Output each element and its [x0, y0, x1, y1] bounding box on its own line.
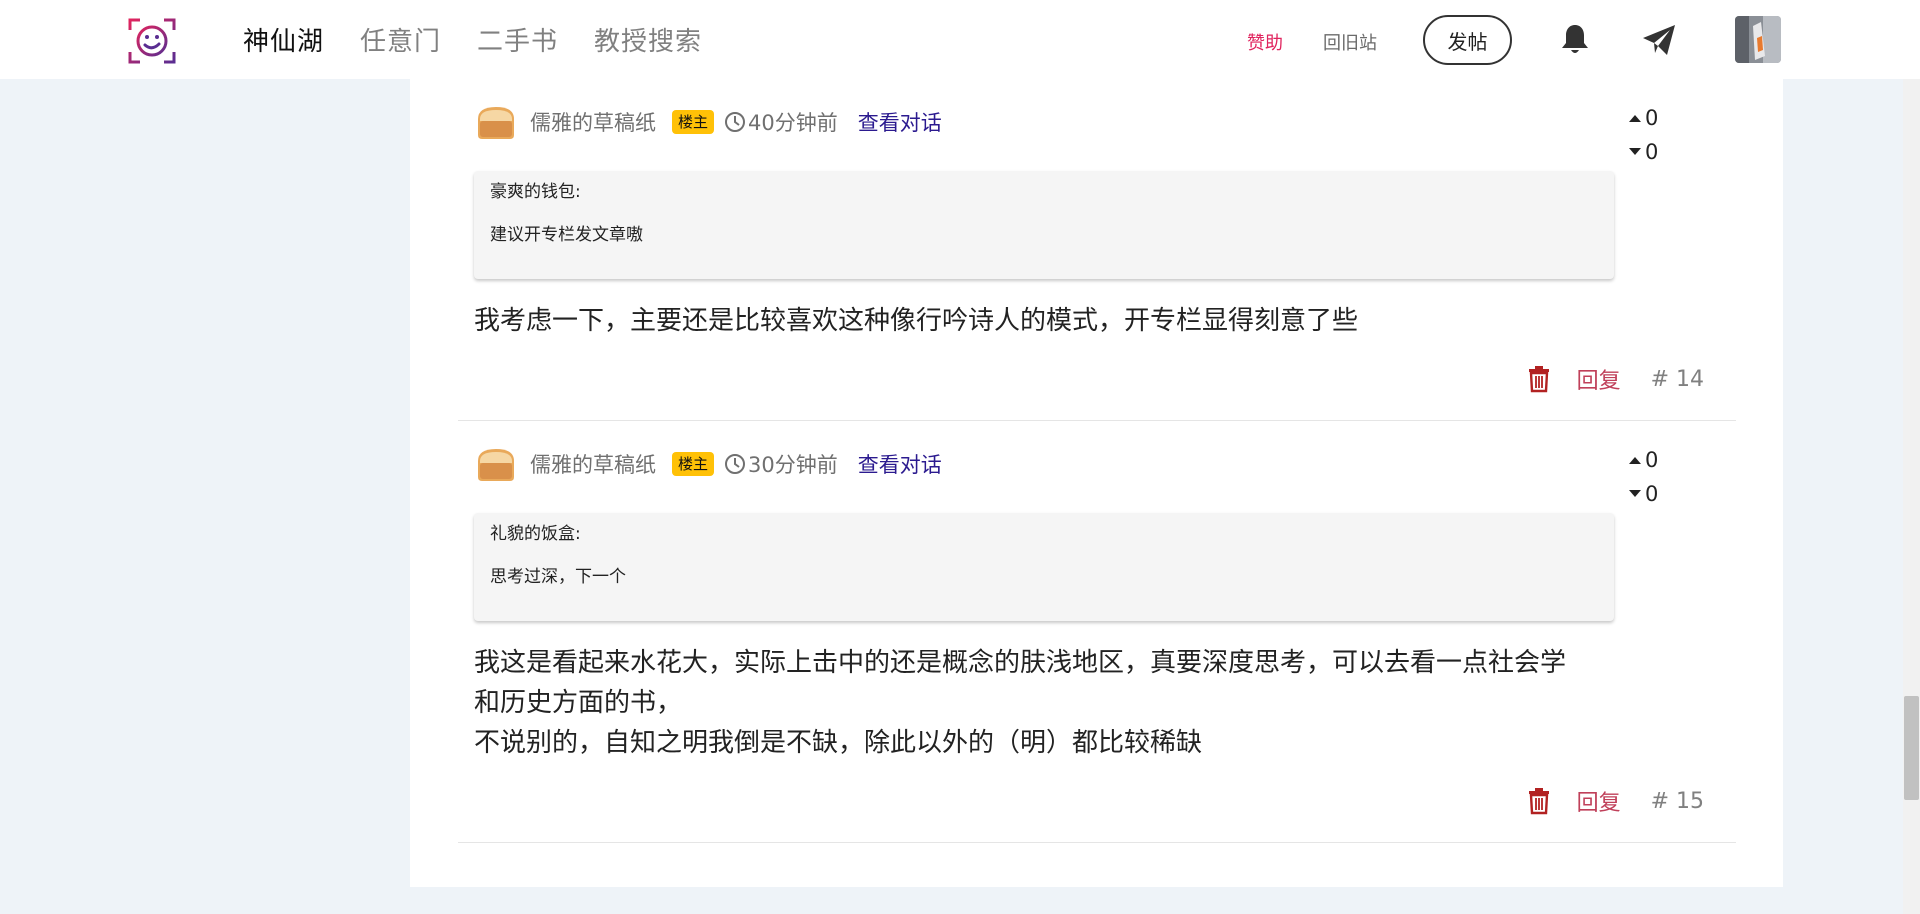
reply-actions: 回复 # 15 [1527, 785, 1704, 817]
upvote-count: 0 [1645, 448, 1659, 472]
sponsor-link[interactable]: 赞助 [1247, 29, 1283, 55]
reply-body: 我考虑一下，主要还是比较喜欢这种像行吟诗人的模式，开专栏显得刻意了些 [474, 301, 1634, 341]
bread-avatar-icon[interactable] [474, 101, 518, 143]
reply-item: 儒雅的草稿纸 楼主 30分钟前 查看对话 0 0 礼貌的饭盒: 思考过深，下一个 [458, 421, 1736, 843]
floor-number: # 14 [1650, 366, 1704, 392]
reply-item: 儒雅的草稿纸 楼主 40分钟前 查看对话 0 0 豪爽的钱包: 建议开专栏发文章… [458, 79, 1736, 421]
quote-author: 礼貌的饭盒: [490, 524, 581, 544]
reply-body-line: 我考虑一下，主要还是比较喜欢这种像行吟诗人的模式，开专栏显得刻意了些 [474, 306, 1359, 336]
caret-down-icon [1629, 148, 1641, 155]
upvote-count: 0 [1645, 106, 1659, 130]
reply-timestamp: 30分钟前 [748, 453, 838, 477]
caret-up-icon [1629, 457, 1641, 464]
clock-icon [725, 112, 746, 132]
reply-meta: 儒雅的草稿纸 楼主 30分钟前 查看对话 [474, 443, 942, 485]
quote-author: 豪爽的钱包: [490, 182, 581, 202]
bell-icon[interactable] [1560, 22, 1590, 56]
nav-second-hand-books[interactable]: 二手书 [477, 21, 558, 58]
page-scrollbar-thumb[interactable] [1904, 696, 1919, 800]
reply-username[interactable]: 儒雅的草稿纸 [530, 107, 656, 137]
floor-number: # 15 [1650, 788, 1704, 814]
user-avatar[interactable] [1735, 16, 1781, 63]
quote-text: 建议开专栏发文章嗷 [490, 225, 643, 245]
old-site-link[interactable]: 回旧站 [1323, 29, 1377, 55]
upvote-button[interactable]: 0 [1628, 443, 1658, 477]
reply-body-line: 我这是看起来水花大，实际上击中的还是概念的肤浅地区，真要深度思考，可以去看一点社… [474, 648, 1567, 678]
main-nav: 神仙湖 任意门 二手书 教授搜索 [243, 19, 738, 59]
nav-shenxianhu[interactable]: 神仙湖 [243, 21, 324, 58]
bread-avatar-icon[interactable] [474, 443, 518, 485]
reply-body-line: 和历史方面的书， [474, 688, 683, 718]
quoted-reply: 豪爽的钱包: 建议开专栏发文章嗷 [474, 171, 1614, 279]
downvote-count: 0 [1645, 140, 1659, 164]
thread-owner-badge: 楼主 [672, 452, 715, 476]
view-conversation-link[interactable]: 查看对话 [858, 107, 942, 137]
caret-down-icon [1629, 490, 1641, 497]
downvote-button[interactable]: 0 [1628, 135, 1658, 169]
view-conversation-link[interactable]: 查看对话 [858, 449, 942, 479]
vote-panel: 0 0 [1628, 101, 1658, 169]
reply-button[interactable]: 回复 [1577, 785, 1621, 817]
clock-icon [725, 454, 746, 474]
thread-card: 儒雅的草稿纸 楼主 40分钟前 查看对话 0 0 豪爽的钱包: 建议开专栏发文章… [410, 79, 1783, 887]
quote-text: 思考过深，下一个 [490, 567, 626, 587]
thread-owner-badge: 楼主 [672, 110, 715, 134]
upvote-button[interactable]: 0 [1628, 101, 1658, 135]
caret-up-icon [1629, 115, 1641, 122]
reply-body: 我这是看起来水花大，实际上击中的还是概念的肤浅地区，真要深度思考，可以去看一点社… [474, 643, 1634, 763]
reply-meta: 儒雅的草稿纸 楼主 40分钟前 查看对话 [474, 101, 942, 143]
reply-username[interactable]: 儒雅的草稿纸 [530, 449, 656, 479]
downvote-button[interactable]: 0 [1628, 477, 1658, 511]
quoted-reply: 礼貌的饭盒: 思考过深，下一个 [474, 513, 1614, 621]
paper-plane-icon[interactable] [1642, 24, 1676, 56]
reply-button[interactable]: 回复 [1577, 363, 1621, 395]
trash-icon[interactable] [1527, 787, 1551, 815]
nav-professor-search[interactable]: 教授搜索 [594, 21, 702, 58]
nav-renyimen[interactable]: 任意门 [360, 21, 441, 58]
reply-body-line: 不说别的，自知之明我倒是不缺，除此以外的（明）都比较稀缺 [474, 728, 1203, 758]
top-navbar: 神仙湖 任意门 二手书 教授搜索 赞助 回旧站 发帖 [0, 0, 1920, 79]
reply-actions: 回复 # 14 [1527, 363, 1704, 395]
new-post-button[interactable]: 发帖 [1423, 15, 1512, 65]
vote-panel: 0 0 [1628, 443, 1658, 511]
smiley-logo-icon[interactable] [128, 18, 176, 64]
reply-timestamp: 40分钟前 [748, 111, 838, 135]
downvote-count: 0 [1645, 482, 1659, 506]
trash-icon[interactable] [1527, 365, 1551, 393]
